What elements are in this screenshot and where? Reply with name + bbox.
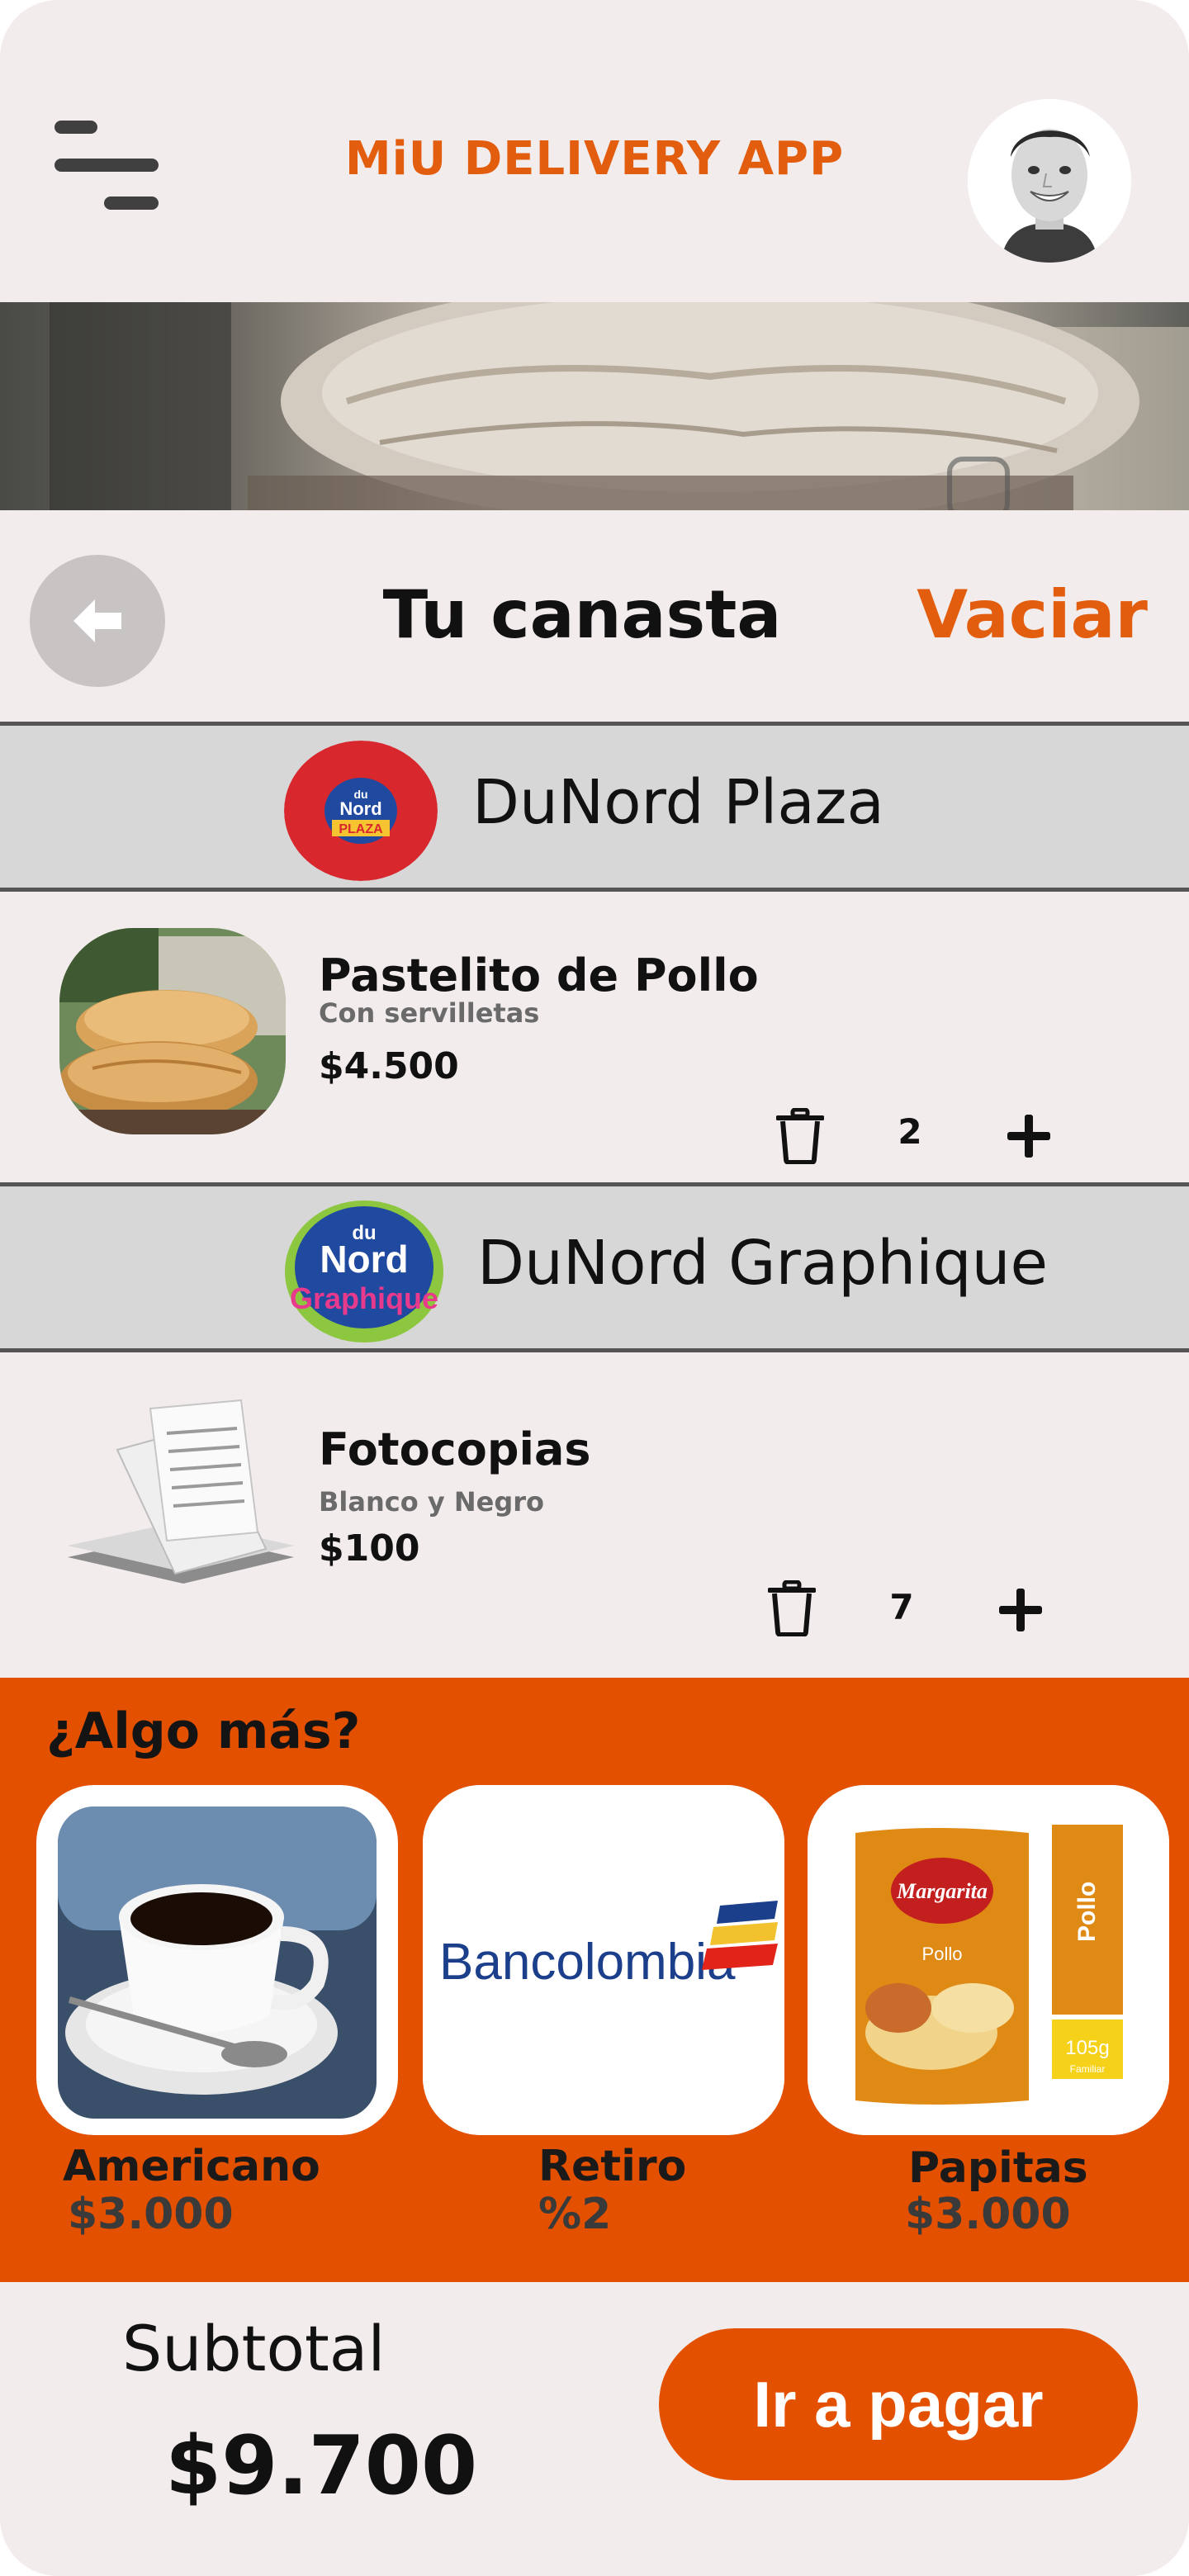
item-name: Pastelito de Pollo: [319, 949, 759, 1002]
upsell-card-name: Papitas: [908, 2143, 1088, 2193]
store-header-dunord-plaza[interactable]: du Nord PLAZA DuNord Plaza: [0, 722, 1189, 892]
cart-item: Fotocopias Blanco y Negro $100 7: [0, 1352, 1189, 1676]
trash-icon[interactable]: [775, 1107, 825, 1165]
svg-text:Nord: Nord: [320, 1238, 408, 1281]
store-name: DuNord Plaza: [472, 767, 884, 838]
upsell-section: ¿Algo más? Americano $3.000 Bancolombia: [0, 1678, 1189, 2282]
item-note: Blanco y Negro: [319, 1486, 544, 1518]
subtotal-value: $9.700: [165, 2419, 478, 2513]
item-name: Fotocopias: [319, 1423, 591, 1475]
upsell-card-retiro[interactable]: Bancolombia: [423, 1785, 784, 2135]
upsell-card-price: $3.000: [68, 2190, 234, 2239]
chips-bag-image: Margarita Pollo Pollo 105g Familiar: [808, 1785, 1169, 2135]
svg-text:Graphique: Graphique: [290, 1281, 438, 1315]
item-note: Con servilletas: [319, 997, 540, 1029]
trash-icon[interactable]: [767, 1579, 817, 1637]
item-price: $100: [319, 1527, 420, 1570]
plus-icon[interactable]: [1007, 1115, 1050, 1158]
svg-text:Nord: Nord: [339, 798, 381, 819]
coffee-cup-image: [58, 1807, 377, 2119]
back-button[interactable]: [30, 555, 165, 687]
upsell-title: ¿Algo más?: [46, 1702, 361, 1760]
subtotal-label: Subtotal: [122, 2312, 386, 2385]
pastelito-image: [59, 928, 286, 1134]
item-quantity: 2: [898, 1111, 922, 1152]
checkout-button[interactable]: Ir a pagar: [659, 2328, 1138, 2480]
bancolombia-logo: Bancolombia: [423, 1785, 784, 2135]
svg-text:105g: 105g: [1065, 2037, 1109, 2059]
item-quantity: 7: [889, 1587, 914, 1627]
photocopies-image: [59, 1392, 294, 1590]
arrow-left-icon: [73, 599, 121, 642]
app-title: MiU DELIVERY APP: [344, 132, 845, 186]
dunord-graphique-logo: du Nord Graphique: [279, 1196, 449, 1347]
svg-text:Bancolombia: Bancolombia: [439, 1934, 736, 1991]
hero-banner-image: [0, 302, 1189, 510]
svg-text:PLAZA: PLAZA: [339, 822, 383, 836]
plus-icon[interactable]: [999, 1589, 1042, 1631]
upsell-card-americano[interactable]: [36, 1785, 398, 2135]
dunord-plaza-logo: du Nord PLAZA: [284, 741, 438, 881]
basket-title: Tu canasta: [382, 576, 782, 653]
upsell-card-name: Retiro: [538, 2142, 687, 2191]
empty-basket-button[interactable]: Vaciar: [875, 576, 1148, 653]
store-name: DuNord Graphique: [477, 1228, 1049, 1299]
app-screen: MiU DELIVERY APP Tu canasta Vaciar du No…: [0, 0, 1189, 2576]
hamburger-menu-icon[interactable]: [54, 121, 160, 210]
upsell-card-papitas[interactable]: Margarita Pollo Pollo 105g Familiar: [808, 1785, 1169, 2135]
svg-text:Pollo: Pollo: [922, 1944, 963, 1964]
cart-item: Pastelito de Pollo Con servilletas $4.50…: [0, 892, 1189, 1182]
user-avatar[interactable]: [968, 99, 1131, 263]
upsell-card-price: %2: [538, 2190, 612, 2239]
svg-text:Pollo: Pollo: [1073, 1882, 1101, 1942]
upsell-card-price: $3.000: [905, 2190, 1071, 2239]
svg-text:Margarita: Margarita: [896, 1879, 988, 1903]
svg-text:Familiar: Familiar: [1070, 2063, 1106, 2075]
upsell-card-name: Americano: [63, 2142, 320, 2191]
item-price: $4.500: [319, 1045, 459, 1087]
store-header-dunord-graphique[interactable]: du Nord Graphique DuNord Graphique: [0, 1182, 1189, 1352]
